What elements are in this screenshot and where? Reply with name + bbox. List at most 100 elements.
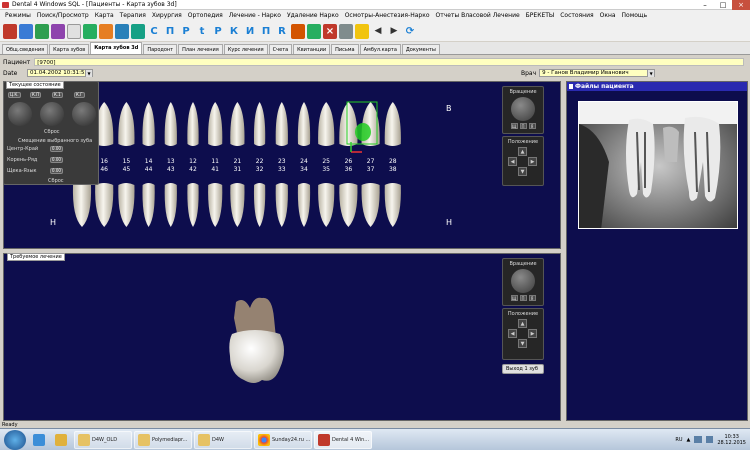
single-tooth-3d[interactable] — [224, 294, 304, 386]
rot-btn-2[interactable]: П — [519, 123, 527, 129]
pill-kp[interactable]: К.П — [30, 92, 42, 98]
menu-windows[interactable]: Окна — [597, 12, 619, 19]
menu-help[interactable]: Помощь — [619, 12, 651, 19]
menu-search[interactable]: Поиск/Просмотр — [34, 12, 92, 19]
arrow-up-icon[interactable]: ▲ — [518, 319, 527, 328]
modes-icon[interactable] — [3, 23, 17, 39]
letter-p-button[interactable]: П — [163, 24, 177, 39]
tab-invoices[interactable]: Счета — [268, 44, 293, 54]
treat-rot-btn-1[interactable]: Щ — [510, 295, 518, 301]
edit-icon[interactable] — [355, 23, 369, 39]
user-icon[interactable] — [51, 23, 65, 39]
tab-periodontal[interactable]: Пародонт — [143, 44, 178, 54]
arrow-left-icon[interactable]: ◀ — [508, 329, 517, 338]
pill-ck[interactable]: Ц.К. — [8, 92, 21, 98]
tools-icon[interactable] — [99, 23, 113, 39]
green-bag-icon[interactable] — [131, 23, 145, 39]
xray-image[interactable] — [578, 101, 738, 229]
tooth-icon[interactable] — [67, 23, 81, 39]
check-icon[interactable] — [307, 23, 321, 39]
letter-r2-button[interactable]: Р — [211, 24, 225, 39]
patient-field[interactable]: [9700] — [34, 58, 744, 66]
menu-reports[interactable]: Отчеты Власовой Лечение — [433, 12, 523, 19]
back-icon[interactable]: ◀ — [371, 24, 385, 39]
tab-letters[interactable]: Письма — [331, 44, 359, 54]
money-icon[interactable] — [83, 23, 97, 39]
row-value-cheek[interactable]: 0.00 — [50, 168, 63, 174]
menu-chart[interactable]: Карта — [92, 12, 117, 19]
close-icon[interactable]: × — [732, 0, 750, 10]
volume-icon[interactable] — [706, 436, 714, 443]
taskbar-item-polymedia[interactable]: Polymediapr... — [134, 430, 192, 449]
tab-tooth-chart[interactable]: Карта зубов — [49, 44, 90, 54]
tab-ambulatory-card[interactable]: Амбул.карта — [359, 44, 401, 54]
tab-receipts[interactable]: Квитанции — [293, 44, 331, 54]
letter-p2-button[interactable]: П — [259, 24, 273, 39]
reset-button-2[interactable]: Сброс — [48, 178, 64, 184]
arrow-right-icon[interactable]: ▶ — [528, 157, 537, 166]
tray-arrow-icon[interactable]: ▲ — [687, 437, 691, 443]
state-knob-3[interactable] — [72, 102, 96, 126]
network-icon[interactable] — [694, 436, 703, 443]
pill-kg[interactable]: К.Г — [74, 92, 85, 98]
rot-btn-3[interactable]: Я — [528, 123, 536, 129]
doctor-field[interactable]: 9 - Ганов Владимир Иванович ▼ — [539, 69, 656, 77]
gift-icon[interactable] — [291, 23, 305, 39]
arrow-down-icon[interactable]: ▼ — [518, 339, 527, 348]
reset-button-1[interactable]: Сброс — [44, 129, 60, 135]
rot-btn-1[interactable]: Щ — [510, 123, 518, 129]
forward-icon[interactable]: ▶ — [387, 24, 401, 39]
letter-k-button[interactable]: К — [227, 24, 241, 39]
tab-tooth-chart-3d[interactable]: Карта зубов 3d — [90, 42, 143, 54]
menu-treatment-narco[interactable]: Лечение - Нарко — [226, 12, 284, 19]
arrow-left-icon[interactable]: ◀ — [508, 157, 517, 166]
treat-rot-btn-3[interactable]: Я — [528, 295, 536, 301]
state-knob-1[interactable] — [8, 102, 32, 126]
printer-icon[interactable] — [339, 23, 353, 39]
row-value-root[interactable]: 0.00 — [50, 157, 63, 163]
menu-modes[interactable]: Режимы — [2, 12, 34, 19]
letter-rx-button[interactable]: R — [275, 24, 289, 39]
search-icon[interactable] — [19, 23, 33, 39]
menu-orthopedics[interactable]: Ортопедия — [185, 12, 226, 19]
close-red-icon[interactable]: × — [323, 23, 337, 39]
tab-general[interactable]: Общ.сведения — [2, 44, 49, 54]
tab-documents[interactable]: Документы — [401, 44, 440, 54]
letter-r-button[interactable]: Р — [179, 24, 193, 39]
taskbar-ie-icon[interactable] — [30, 431, 50, 449]
refresh-icon[interactable]: ⟳ — [403, 24, 417, 39]
treat-rot-btn-2[interactable]: П — [519, 295, 527, 301]
rotation-knob[interactable] — [511, 97, 535, 121]
start-button[interactable] — [4, 429, 26, 450]
menu-removal-narco[interactable]: Удаление Нарко — [284, 12, 342, 19]
taskbar-item-d4w[interactable]: D4W — [194, 430, 252, 449]
database-icon[interactable] — [115, 23, 129, 39]
letter-c-button[interactable]: С — [147, 24, 161, 39]
pill-k1[interactable]: К.1 — [52, 92, 63, 98]
treatment-rotation-knob[interactable] — [511, 269, 535, 293]
maximize-icon[interactable]: □ — [714, 0, 732, 10]
arrow-down-icon[interactable]: ▼ — [518, 167, 527, 176]
arrow-right-icon[interactable]: ▶ — [528, 329, 537, 338]
tab-treatment-course[interactable]: Курс лечения — [223, 44, 268, 54]
chevron-down-icon[interactable]: ▼ — [85, 70, 92, 77]
chevron-down-icon[interactable]: ▼ — [647, 70, 655, 77]
minimize-icon[interactable]: – — [696, 0, 714, 10]
chart-icon[interactable] — [35, 23, 49, 39]
language-indicator[interactable]: RU — [675, 437, 682, 443]
taskbar-item-dental4win[interactable]: Dental 4 Win... — [314, 430, 372, 449]
menu-states[interactable]: Состояния — [557, 12, 596, 19]
tab-treatment-plan[interactable]: План лечения — [178, 44, 223, 54]
row-value-center[interactable]: 0.00 — [50, 146, 63, 152]
taskbar-item-d4w-old[interactable]: D4W_OLD — [74, 430, 132, 449]
letter-t-button[interactable]: t — [195, 24, 209, 39]
taskbar-item-browser[interactable]: Sunday24.ru ... — [254, 430, 312, 449]
date-field[interactable]: 01.04.2002 10:31:52 ▼ — [27, 69, 93, 77]
exit-tooth-button[interactable]: Выход 1 зуб — [502, 364, 544, 374]
state-knob-2[interactable] — [40, 102, 64, 126]
clock[interactable]: 10:33 28.12.2015 — [717, 434, 746, 446]
taskbar-explorer-icon[interactable] — [52, 431, 72, 449]
menu-therapy[interactable]: Терапия — [117, 12, 149, 19]
menu-exams[interactable]: Осмотры-Анестезия-Нарко — [342, 12, 433, 19]
arrow-up-icon[interactable]: ▲ — [518, 147, 527, 156]
